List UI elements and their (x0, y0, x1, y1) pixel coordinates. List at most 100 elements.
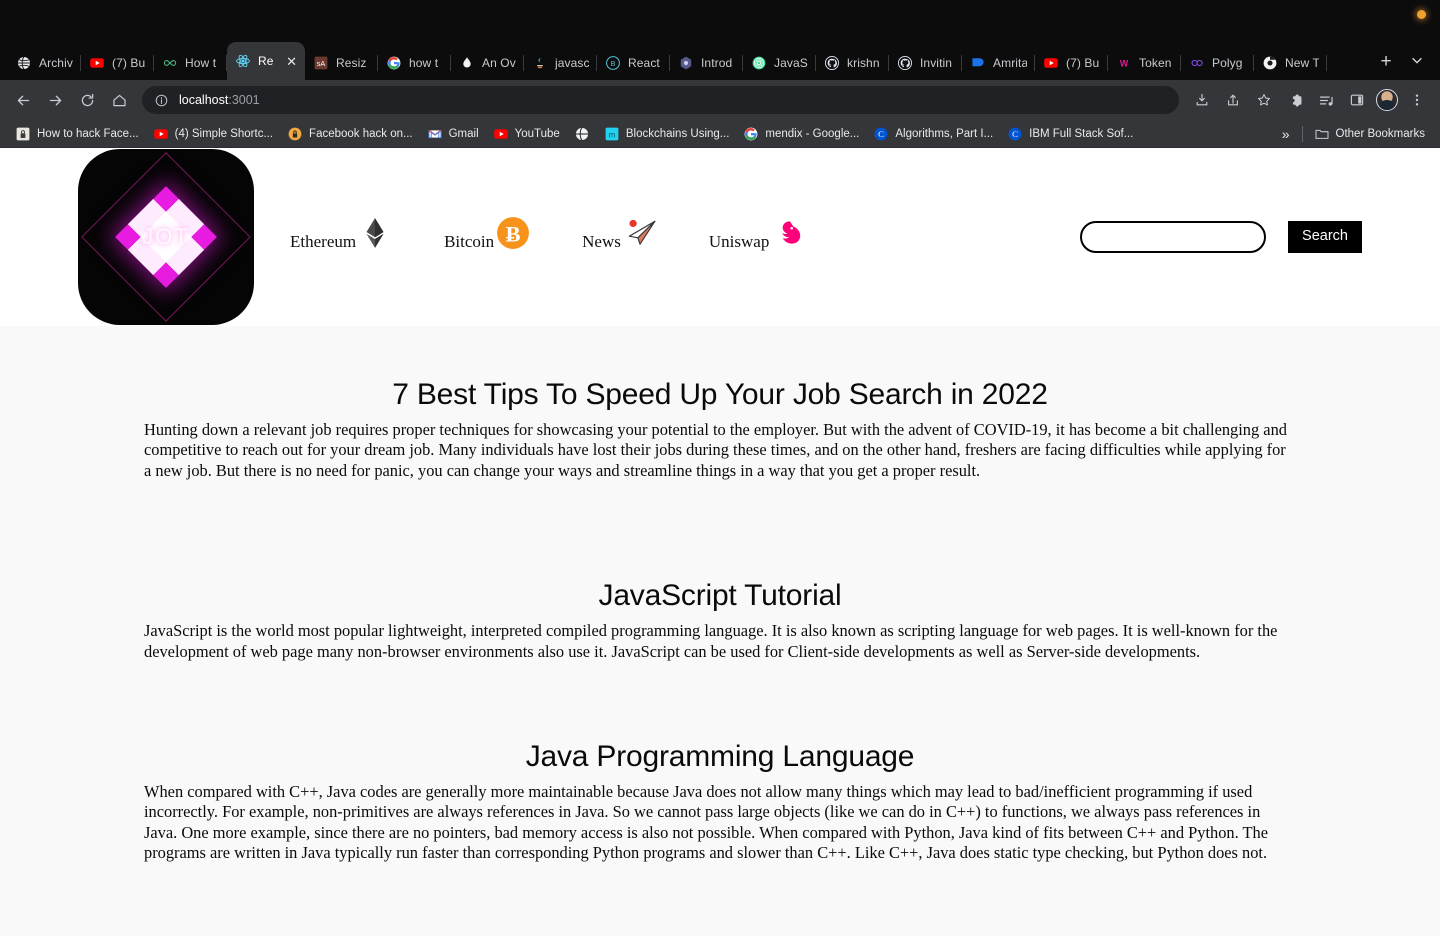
article-java-programming: Java Programming Language When compared … (0, 662, 1440, 864)
bookmark-star-icon[interactable] (1249, 85, 1279, 115)
tab-title: Token (1139, 56, 1172, 70)
bookmark-label: Blockchains Using... (625, 127, 730, 140)
install-app-icon[interactable] (1187, 85, 1217, 115)
bookmark-item[interactable]: YouTube (486, 123, 567, 145)
search-area: Search (1080, 221, 1362, 253)
site-information-icon[interactable] (154, 93, 169, 108)
article-title: 7 Best Tips To Speed Up Your Job Search … (392, 378, 1048, 411)
bookmark-label: YouTube (514, 127, 560, 140)
browser-tab[interactable]: Amrita (962, 46, 1035, 80)
chrome-menu-icon[interactable] (1402, 85, 1432, 115)
other-bookmarks-button[interactable]: Other Bookmarks (1307, 123, 1432, 145)
article-body: Hunting down a relevant job requires pro… (144, 420, 1287, 480)
bookmark-item[interactable]: m Blockchains Using... (597, 123, 737, 145)
reload-button[interactable] (72, 85, 102, 115)
share-icon[interactable] (1218, 85, 1248, 115)
home-button[interactable] (104, 85, 134, 115)
window-status-dot (1417, 10, 1426, 19)
nav-item-bitcoin[interactable]: Bitcoin Ƀ (444, 216, 530, 252)
article-title: JavaScript Tutorial (598, 579, 842, 613)
browser-tab[interactable]: New T (1254, 46, 1327, 80)
bookmarks-bar: How to hack Face... (4) Simple Shortc... F… (0, 120, 1440, 148)
browser-tab[interactable]: (7) Bu (81, 46, 154, 80)
reading-list-icon[interactable] (1311, 85, 1341, 115)
profile-avatar[interactable] (1376, 89, 1398, 111)
new-tab-button[interactable]: + (1372, 48, 1400, 76)
search-button[interactable]: Search (1288, 221, 1362, 253)
browser-tab[interactable]: How t (154, 46, 227, 80)
forward-button[interactable] (40, 85, 70, 115)
browser-tab[interactable]: how t (378, 46, 451, 80)
browser-tab[interactable]: javasc (524, 46, 597, 80)
lock-icon (15, 126, 31, 142)
bookmark-label: Facebook hack on... (309, 127, 413, 140)
nav-item-news[interactable]: News (582, 216, 657, 252)
site-header: JOT Ethereum Bitcoin Ƀ News Uniswap Search (0, 148, 1440, 326)
bookmark-item[interactable]: C IBM Full Stack Sof... (1000, 123, 1140, 145)
logo-text: JOT (142, 224, 190, 249)
fingerprint-icon (751, 55, 767, 71)
bookmark-item[interactable] (567, 123, 597, 145)
browser-tab[interactable]: krishn (816, 46, 889, 80)
bookmark-item[interactable]: How to hack Face... (8, 123, 146, 145)
svg-text:C: C (1012, 129, 1018, 139)
browser-tab[interactable]: Invitin (889, 46, 962, 80)
url-text: localhost:3001 (179, 93, 260, 107)
jot-diamond-logo[interactable]: JOT (78, 149, 254, 325)
uniswap-unicorn-icon (771, 216, 805, 250)
article-title: Java Programming Language (525, 740, 915, 774)
browser-window: Archiv (7) Bu How t Re ✕ sA Resiz how t An Ov jav… (0, 0, 1440, 936)
extensions-icon[interactable] (1280, 85, 1310, 115)
browser-tab[interactable]: Introd (670, 46, 743, 80)
nav-item-ethereum[interactable]: Ethereum (290, 216, 392, 252)
youtube-icon (493, 126, 509, 142)
svg-text:C: C (878, 129, 884, 139)
chrome-icon (1262, 55, 1278, 71)
url-port: :3001 (228, 93, 260, 107)
browser-tab[interactable]: sA Resiz (305, 46, 378, 80)
back-button[interactable] (8, 85, 38, 115)
browser-tab[interactable]: (7) Bu (1035, 46, 1108, 80)
svg-text:m: m (609, 130, 616, 139)
polygon-icon (1189, 55, 1205, 71)
side-panel-icon[interactable] (1342, 85, 1372, 115)
tab-list: Archiv (7) Bu How t Re ✕ sA Resiz how t An Ov jav… (8, 40, 1366, 80)
ethereum-icon (358, 216, 392, 250)
tab-title: (7) Bu (1066, 56, 1100, 70)
browser-tab[interactable]: Archiv (8, 46, 81, 80)
bookmark-item[interactable]: C Algorithms, Part I... (866, 123, 1000, 145)
bookmark-item[interactable]: Gmail (420, 123, 486, 145)
browser-tab[interactable]: W Token (1108, 46, 1181, 80)
cyan-m-icon: m (604, 126, 620, 142)
bookmark-label: How to hack Face... (37, 127, 139, 140)
bookmark-item[interactable]: Facebook hack on... (280, 123, 420, 145)
bookmark-label: (4) Simple Shortc... (174, 127, 274, 140)
folder-icon (1314, 126, 1330, 142)
browser-tab[interactable]: B React (597, 46, 670, 80)
nav-item-label: Ethereum (290, 232, 357, 251)
site-nav: Ethereum Bitcoin Ƀ News Uniswap (290, 216, 805, 258)
bookmarks-overflow-button[interactable]: » (1274, 126, 1298, 142)
tab-title: Resiz (336, 56, 367, 70)
tab-search-chevron-down-icon[interactable] (1400, 43, 1434, 77)
tab-title: Amrita (993, 56, 1027, 70)
browser-toolbar: localhost:3001 (0, 80, 1440, 120)
gmail-icon (427, 126, 443, 142)
close-icon[interactable]: ✕ (286, 55, 297, 68)
bookmark-item[interactable]: mendix - Google... (736, 123, 866, 145)
coursera-icon: C (1007, 126, 1023, 142)
browser-tab[interactable]: An Ov (451, 46, 524, 80)
nav-item-uniswap[interactable]: Uniswap (709, 216, 805, 252)
github-icon (824, 55, 840, 71)
browser-tab-active[interactable]: Re ✕ (227, 42, 305, 80)
address-bar[interactable]: localhost:3001 (142, 86, 1179, 114)
search-input[interactable] (1080, 221, 1267, 253)
browser-tab[interactable]: Polyg (1181, 46, 1254, 80)
globe-icon (574, 126, 590, 142)
water-drop-icon (459, 55, 475, 71)
bookmark-item[interactable]: (4) Simple Shortc... (146, 123, 280, 145)
browser-tab[interactable]: JavaS (743, 46, 816, 80)
youtube-icon (1043, 55, 1059, 71)
tab-title: Invitin (920, 56, 953, 70)
tab-title: javasc (555, 56, 589, 70)
